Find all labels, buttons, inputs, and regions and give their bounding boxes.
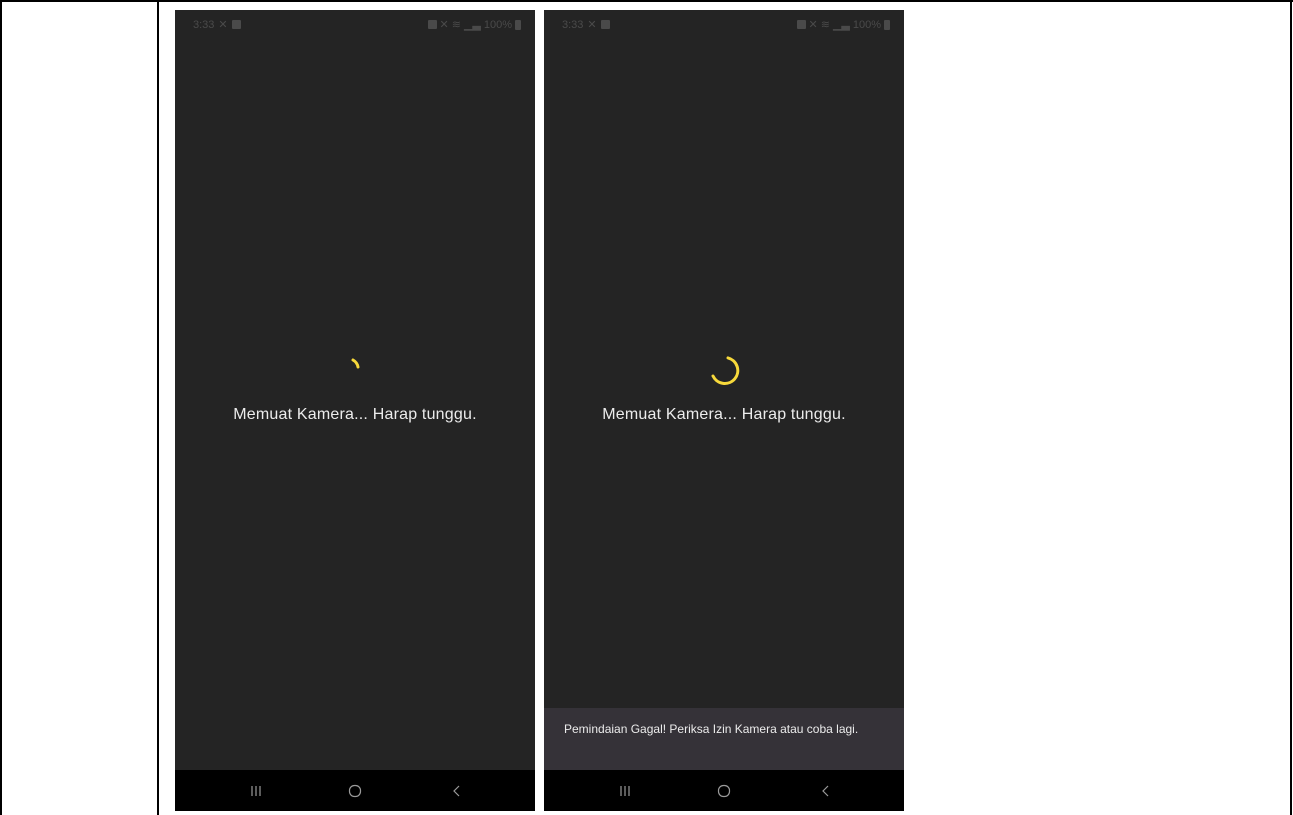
home-button[interactable]	[340, 779, 370, 803]
error-snackbar: Pemindaian Gagal! Periksa Izin Kamera at…	[544, 708, 904, 770]
back-icon	[822, 785, 829, 797]
page-frame: 3:33 ✕ ✕ ≋ ▁▃ 100% Memuat Kamera... Hara…	[0, 0, 1293, 815]
status-bar: 3:33 ✕ ✕ ≋ ▁▃ 100%	[544, 10, 904, 36]
recents-icon	[251, 786, 261, 796]
back-button[interactable]	[442, 779, 472, 803]
recents-button[interactable]	[241, 779, 271, 803]
frame-top-border	[0, 0, 1293, 2]
navigation-bar	[544, 770, 904, 811]
loading-spinner-icon	[351, 358, 360, 369]
battery-percent: 100%	[483, 18, 512, 31]
frame-right-border	[1290, 0, 1292, 815]
signal-icon: ▁▃	[463, 19, 481, 31]
loading-spinner-icon	[711, 356, 740, 385]
status-left: 3:33 ✕	[562, 18, 610, 31]
status-bar: 3:33 ✕ ✕ ≋ ▁▃ 100%	[175, 10, 535, 36]
snackbar-message: Pemindaian Gagal! Periksa Izin Kamera at…	[564, 722, 859, 736]
battery-icon	[884, 19, 890, 30]
home-icon	[717, 784, 731, 798]
mute-icon: ✕	[439, 19, 449, 31]
mute-icon: ✕	[808, 19, 818, 31]
loading-message: Memuat Kamera... Harap tunggu.	[602, 406, 846, 423]
notification-icon	[231, 20, 241, 29]
frame-left-border	[0, 0, 2, 815]
wifi-icon: ≋	[451, 19, 461, 31]
recents-button[interactable]	[610, 779, 640, 803]
x-icon: ✕	[587, 19, 597, 31]
status-time: 3:33	[193, 18, 215, 31]
signal-icon: ▁▃	[832, 19, 850, 31]
home-button[interactable]	[709, 779, 739, 803]
x-icon: ✕	[218, 19, 228, 31]
phone-screen-loading: 3:33 ✕ ✕ ≋ ▁▃ 100% Memuat Kamera... Hara…	[175, 10, 535, 811]
home-icon	[348, 784, 362, 798]
alarm-icon	[427, 20, 437, 29]
frame-column-divider	[157, 0, 159, 815]
back-button[interactable]	[811, 779, 841, 803]
loading-message: Memuat Kamera... Harap tunggu.	[233, 406, 477, 423]
status-right: ✕ ≋ ▁▃ 100%	[796, 18, 890, 31]
back-icon	[453, 785, 460, 797]
status-left: 3:33 ✕	[193, 18, 241, 31]
notification-icon	[600, 20, 610, 29]
alarm-icon	[796, 20, 806, 29]
status-time: 3:33	[562, 18, 584, 31]
wifi-icon: ≋	[820, 19, 830, 31]
phone-screen-error: 3:33 ✕ ✕ ≋ ▁▃ 100% Memuat Kamera... Hara…	[544, 10, 904, 811]
recents-icon	[620, 786, 630, 796]
status-right: ✕ ≋ ▁▃ 100%	[427, 18, 521, 31]
battery-percent: 100%	[852, 18, 881, 31]
navigation-bar	[175, 770, 535, 811]
battery-icon	[515, 19, 521, 30]
